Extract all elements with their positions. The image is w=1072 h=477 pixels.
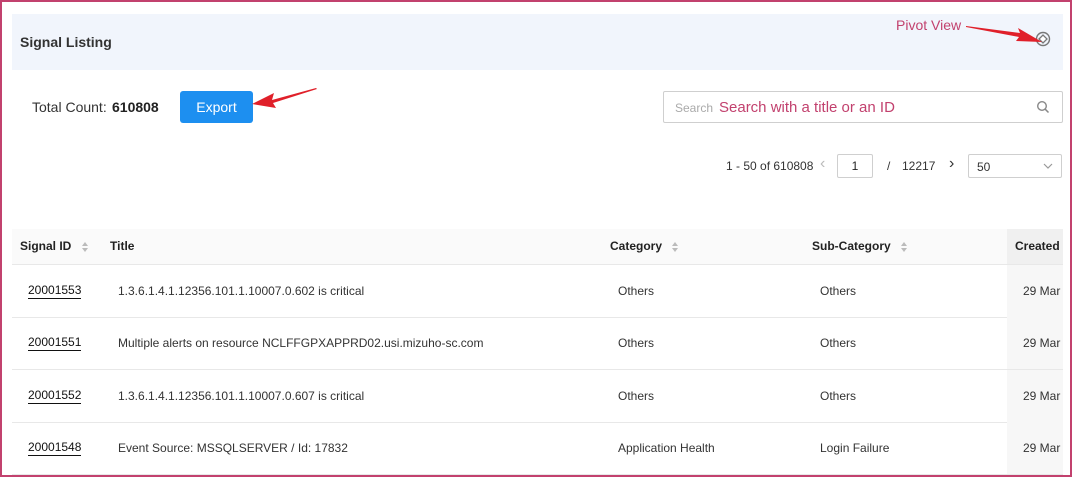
table-row[interactable]: 20001548 Event Source: MSSQLSERVER / Id:… (12, 422, 1063, 475)
signal-sub-category: Others (820, 284, 857, 298)
table-row[interactable]: 20001552 1.3.6.1.4.1.12356.101.1.10007.0… (12, 370, 1063, 423)
signal-category: Application Health (618, 441, 715, 455)
search-placeholder: Search (675, 101, 714, 115)
pivot-view-icon[interactable] (1034, 30, 1052, 48)
total-count-value: 610808 (112, 99, 159, 115)
table-row[interactable]: 20001551 Multiple alerts on resource NCL… (12, 317, 1063, 370)
app-frame: Signal Listing Pivot View Total Count: 6… (0, 0, 1072, 477)
column-header-signal-id[interactable]: Signal ID (20, 239, 89, 253)
table-row[interactable]: 20001553 1.3.6.1.4.1.12356.101.1.10007.0… (12, 265, 1063, 318)
pager-total-pages: 12217 (902, 159, 936, 173)
column-label: Sub-Category (812, 239, 891, 253)
total-count-label: Total Count: (32, 99, 107, 115)
signal-category: Others (618, 336, 655, 350)
page-header: Signal Listing Pivot View (12, 14, 1063, 70)
signal-id-link[interactable]: 20001548 (28, 440, 82, 456)
signal-title: Multiple alerts on resource NCLFFGPXAPPR… (118, 336, 484, 350)
signal-sub-category: Others (820, 389, 857, 403)
signal-sub-category: Others (820, 336, 857, 350)
signal-created: 29 Mar (1023, 441, 1061, 455)
column-label: Title (110, 239, 135, 253)
page-number-input[interactable] (837, 154, 873, 178)
column-label: Category (610, 239, 663, 253)
signal-created: 29 Mar (1023, 284, 1061, 298)
signal-category: Others (618, 284, 655, 298)
pager-separator: / (887, 159, 891, 173)
sort-icon[interactable] (900, 241, 908, 253)
search-icon[interactable] (1036, 100, 1050, 114)
signal-category: Others (618, 389, 655, 403)
export-arrow-annotation (252, 88, 317, 108)
prev-page-button[interactable]: ‹ (820, 155, 825, 173)
export-button[interactable]: Export (180, 91, 253, 123)
column-header-created[interactable]: Created (1015, 239, 1060, 253)
column-header-category[interactable]: Category (610, 239, 679, 253)
signal-id-link[interactable]: 20001552 (28, 388, 82, 404)
column-label: Signal ID (20, 239, 72, 253)
page-title: Signal Listing (20, 34, 112, 50)
signal-sub-category: Login Failure (820, 441, 890, 455)
chevron-down-icon (1043, 163, 1053, 169)
column-header-sub-category[interactable]: Sub-Category (812, 239, 908, 253)
signal-created: 29 Mar (1023, 336, 1061, 350)
signal-title: Event Source: MSSQLSERVER / Id: 17832 (118, 441, 348, 455)
column-header-title: Title (110, 239, 134, 253)
column-label: Created (1015, 239, 1060, 253)
signal-title: 1.3.6.1.4.1.12356.101.1.10007.0.607 is c… (118, 389, 365, 403)
signal-id-link[interactable]: 20001553 (28, 283, 82, 299)
sort-icon[interactable] (671, 241, 679, 253)
signal-id-link[interactable]: 20001551 (28, 335, 82, 351)
search-hint-annotation: Search with a title or an ID (719, 99, 895, 116)
search-input[interactable]: Search Search with a title or an ID (663, 91, 1063, 123)
signal-table: Signal ID Title Category Sub-Category Cr… (12, 229, 1063, 475)
next-page-button[interactable]: › (949, 155, 954, 173)
signal-created: 29 Mar (1023, 389, 1061, 403)
pager-range: 1 - 50 of 610808 (726, 159, 814, 173)
sort-icon[interactable] (81, 241, 89, 253)
table-header: Signal ID Title Category Sub-Category Cr… (12, 229, 1063, 265)
signal-title: 1.3.6.1.4.1.12356.101.1.10007.0.602 is c… (118, 284, 365, 298)
page-size-select[interactable]: 50 (968, 154, 1062, 178)
page-size-value: 50 (977, 160, 991, 174)
pivot-view-annotation: Pivot View (896, 17, 962, 33)
